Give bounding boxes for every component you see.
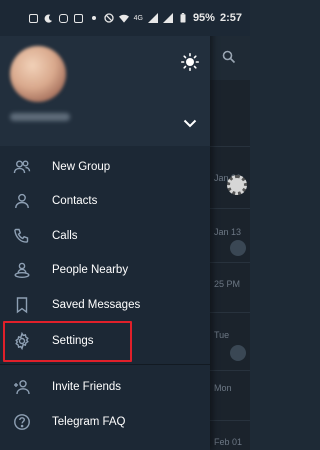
- status-bar: 4G 95% 2:57: [0, 0, 250, 36]
- menu-item-telegram-faq[interactable]: Telegram FAQ: [0, 405, 210, 439]
- chat-list-background: Jan 30 Jan 13 25 PM Tue Mon Feb 01: [210, 0, 250, 450]
- chat-badge: [230, 240, 246, 256]
- profile-name-redacted: [10, 113, 70, 121]
- signal-icon: [147, 13, 158, 23]
- network-type: 4G: [133, 14, 143, 22]
- chat-row-divider: [210, 262, 250, 263]
- menu-item-calls[interactable]: Calls: [0, 219, 210, 253]
- phone-icon: [13, 227, 31, 245]
- chat-row-divider: [210, 208, 250, 209]
- chat-time: 25 PM: [214, 279, 241, 289]
- battery-icon: [178, 13, 188, 23]
- signal-icon: [162, 13, 173, 23]
- clock: 2:57: [219, 12, 242, 24]
- menu-item-new-group[interactable]: New Group: [0, 150, 210, 184]
- wifi-icon: [118, 13, 129, 23]
- instagram-icon: [59, 13, 69, 23]
- menu-item-invite-friends[interactable]: Invite Friends: [0, 370, 210, 404]
- chat-time: Jan 13: [214, 227, 242, 237]
- dot-icon: [89, 13, 99, 23]
- menu-divider: [0, 364, 210, 365]
- chat-row-divider: [210, 370, 250, 371]
- menu-item-contacts[interactable]: Contacts: [0, 184, 210, 218]
- menu-item-label: Calls: [52, 230, 78, 242]
- chevron-down-icon[interactable]: [180, 113, 200, 133]
- search-icon[interactable]: [222, 50, 236, 64]
- menu-item-label: Invite Friends: [52, 381, 122, 393]
- chat-row-divider: [210, 146, 250, 147]
- group-icon: [13, 158, 31, 176]
- menu-item-label: Telegram FAQ: [52, 416, 126, 428]
- navigation-drawer: New Group Contacts Calls People Nearby S…: [0, 0, 210, 450]
- add-person-icon: [13, 378, 31, 396]
- mute-icon: [103, 13, 114, 23]
- location-person-icon: [13, 261, 31, 279]
- bookmark-icon: [13, 296, 31, 314]
- notification-icon: [29, 13, 39, 23]
- chat-time: Tue: [214, 330, 230, 340]
- chat-row-divider: [210, 420, 250, 421]
- chat-time: Mon: [214, 383, 232, 393]
- menu-item-label: Contacts: [52, 195, 98, 207]
- app-notification-icon: [74, 13, 84, 23]
- chat-time: Feb 01: [214, 437, 243, 447]
- settings-highlight-box: [3, 321, 132, 362]
- battery-percent: 95%: [192, 12, 215, 24]
- menu-item-label: New Group: [52, 161, 111, 173]
- chat-badge: [230, 345, 246, 361]
- chat-row-divider: [210, 312, 250, 313]
- menu-item-people-nearby[interactable]: People Nearby: [0, 253, 210, 287]
- person-icon: [13, 192, 31, 210]
- menu-item-label: People Nearby: [52, 264, 129, 276]
- menu-item-label: Saved Messages: [52, 299, 141, 311]
- moon-icon: [44, 13, 54, 23]
- menu-item-saved-messages[interactable]: Saved Messages: [0, 288, 210, 322]
- chat-avatar[interactable]: [227, 175, 247, 195]
- sun-icon[interactable]: [180, 52, 200, 72]
- help-icon: [13, 413, 31, 431]
- avatar[interactable]: [10, 46, 66, 102]
